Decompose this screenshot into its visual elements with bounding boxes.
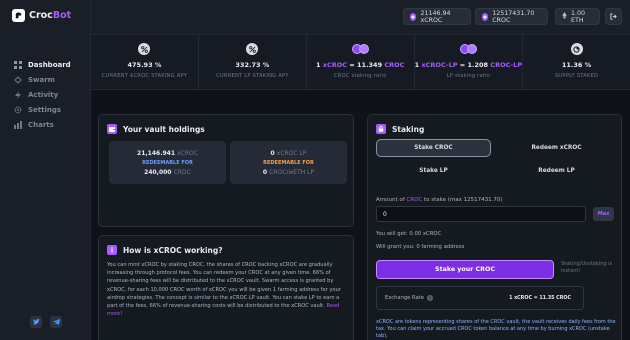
- xcroc-lp-holding-card: 0 xCROC LP REDEEMABLE FOR 0 CROC/wETH LP: [230, 141, 347, 184]
- tab-stake-croc[interactable]: Stake CROC: [376, 139, 491, 157]
- max-button[interactable]: Max: [593, 207, 614, 221]
- coin-pair-icon: [349, 43, 371, 55]
- stat-label: LP staking ratio: [446, 73, 491, 79]
- dashboard-icon: [14, 61, 22, 69]
- sidebar-nav: Dashboard Swarm Activity Settings Charts: [14, 60, 71, 130]
- stat-label: CROC staking ratio: [333, 73, 387, 79]
- settings-icon: [14, 106, 22, 114]
- panel-title: Your vault holdings: [123, 124, 205, 134]
- redeemable-unit: CROC: [173, 168, 191, 176]
- vault-holdings-panel: Your vault holdings 21,146.941 xCROC RED…: [98, 114, 354, 227]
- panel-title: How is xCROC working?: [123, 245, 223, 255]
- tab-redeem-lp[interactable]: Redeem LP: [499, 162, 614, 180]
- percent-icon: [246, 43, 259, 55]
- logout-icon: [610, 13, 617, 20]
- coin-pair-icon: [457, 43, 479, 55]
- croc-balance: 12517431.70 CROC: [492, 9, 535, 24]
- sidebar-item-label: Activity: [28, 91, 59, 99]
- twitter-icon: [32, 319, 40, 325]
- sidebar-item-label: Settings: [28, 106, 62, 114]
- exchange-rate-label: Exchange Rate: [385, 295, 424, 301]
- help-icon[interactable]: ?: [426, 295, 433, 301]
- percent-icon: [138, 43, 151, 55]
- sidebar-item-settings[interactable]: Settings: [14, 105, 71, 115]
- xcroc-balance: 21146.94 xCROC: [420, 9, 451, 24]
- xcroc-balance-chip[interactable]: 21146.94 xCROC: [403, 8, 471, 25]
- instant-hint: Staking/Unstaking is instant!: [561, 261, 613, 274]
- xcroc-holding-card: 21,146.941 xCROC REDEEMABLE FOR 240,000 …: [109, 141, 226, 184]
- swarm-icon: [14, 76, 22, 84]
- stat-value: 1 xCROC-LP = 1.208 CROC-LP: [414, 61, 523, 69]
- stat-label: CURRENT $CROC STAKING APY: [101, 73, 188, 79]
- top-bar: 21146.94 xCROC 12517431.70 CROC 1.00 ETH: [91, 0, 630, 35]
- exchange-rate-box: Exchange Rate? 1 xCROC = 11.35 CROC: [376, 286, 584, 310]
- brand-logo[interactable]: CrocBot: [12, 9, 71, 22]
- lock-icon: [376, 124, 386, 134]
- charts-icon: [14, 121, 22, 129]
- tab-stake-lp[interactable]: Stake LP: [376, 162, 491, 180]
- xcroc-token-icon: [410, 12, 417, 21]
- stat-supply-staked: 11.36 % SUPPLY STAKED: [523, 35, 630, 89]
- sidebar-item-label: Dashboard: [28, 61, 71, 69]
- social-links: [30, 316, 62, 328]
- holding-unit: xCROC: [177, 149, 198, 157]
- info-icon: [107, 245, 117, 255]
- redeemable-label: REDEEMABLE FOR: [263, 159, 314, 166]
- eth-balance-chip[interactable]: 1.00 ETH: [555, 8, 600, 25]
- redeemable-unit: CROC/wETH LP: [269, 168, 315, 176]
- exchange-rate-value: 1 xCROC = 11.35 CROC: [509, 295, 571, 301]
- stake-amount-input[interactable]: [376, 206, 586, 222]
- telegram-button[interactable]: [50, 316, 62, 328]
- stats-strip: 475.93 % CURRENT $CROC STAKING APY 332.7…: [91, 35, 630, 90]
- sidebar-item-activity[interactable]: Activity: [14, 90, 71, 100]
- sidebar-item-label: Swarm: [28, 76, 55, 84]
- stat-value: 475.93 %: [127, 61, 162, 69]
- brand-name-accent: Bot: [52, 10, 72, 21]
- disconnect-button[interactable]: [605, 8, 622, 25]
- stat-croc-apy: 475.93 % CURRENT $CROC STAKING APY: [91, 35, 199, 89]
- stat-value: 1 xCROC = 11.349 CROC: [315, 61, 405, 69]
- sidebar-item-charts[interactable]: Charts: [14, 120, 71, 130]
- stake-button[interactable]: Stake your CROC: [376, 260, 554, 279]
- tab-redeem-xcroc[interactable]: Redeem xCROC: [499, 139, 614, 157]
- redeemable-label: REDEEMABLE FOR: [142, 159, 193, 166]
- staking-tabs: Stake CROC Redeem xCROC Stake LP Redeem …: [376, 139, 614, 180]
- will-get-text: You will get: 0.00 xCROC: [376, 231, 442, 237]
- staking-panel: Staking Stake CROC Redeem xCROC Stake LP…: [367, 114, 622, 340]
- stat-croc-ratio: 1 xCROC = 11.349 CROC CROC staking ratio: [307, 35, 415, 89]
- sidebar-item-label: Charts: [28, 121, 54, 129]
- stat-value: 332.73 %: [235, 61, 270, 69]
- sidebar: CrocBot Dashboard Swarm Activity Setting…: [0, 0, 91, 340]
- sidebar-item-dashboard[interactable]: Dashboard: [14, 60, 71, 70]
- holding-unit: xCROC LP: [276, 149, 307, 157]
- redeemable-amount: 0: [262, 168, 268, 176]
- holding-amount: 21,146.941: [137, 149, 176, 157]
- pie-icon: [570, 43, 583, 55]
- holding-amount: 0: [270, 149, 275, 157]
- activity-icon: [15, 91, 21, 99]
- stat-label: SUPPLY STAKED: [554, 73, 599, 79]
- brand-name: Croc: [29, 10, 53, 21]
- telegram-icon: [52, 319, 60, 325]
- crocbot-logo-icon: [12, 9, 25, 22]
- wallet-icon: [107, 124, 117, 134]
- amount-label: Amount of CROC to stake (max 12517431.70…: [376, 197, 503, 203]
- stat-lp-apy: 332.73 % CURRENT LP STAKING APY: [199, 35, 307, 89]
- how-description: You can mint xCROC by staking CROC, the …: [107, 262, 341, 318]
- will-grant-text: Will grant you: 0 farming address: [376, 244, 465, 250]
- how-it-works-panel: How is xCROC working? You can mint xCROC…: [98, 235, 354, 340]
- panel-title: Staking: [392, 124, 425, 134]
- staking-info-text: xCROC are tokens representing shares of …: [376, 319, 616, 339]
- stat-value: 11.36 %: [561, 61, 592, 69]
- stat-lp-ratio: 1 xCROC-LP = 1.208 CROC-LP LP staking ra…: [414, 35, 524, 89]
- croc-balance-chip[interactable]: 12517431.70 CROC: [475, 8, 548, 25]
- croc-token-icon: [482, 12, 489, 21]
- eth-balance: 1.00 ETH: [571, 9, 586, 24]
- ethereum-icon: [562, 12, 567, 21]
- stat-label: CURRENT LP STAKING APY: [216, 73, 289, 79]
- twitter-button[interactable]: [30, 316, 42, 328]
- sidebar-item-swarm[interactable]: Swarm: [14, 75, 71, 85]
- redeemable-amount: 240,000: [144, 168, 172, 176]
